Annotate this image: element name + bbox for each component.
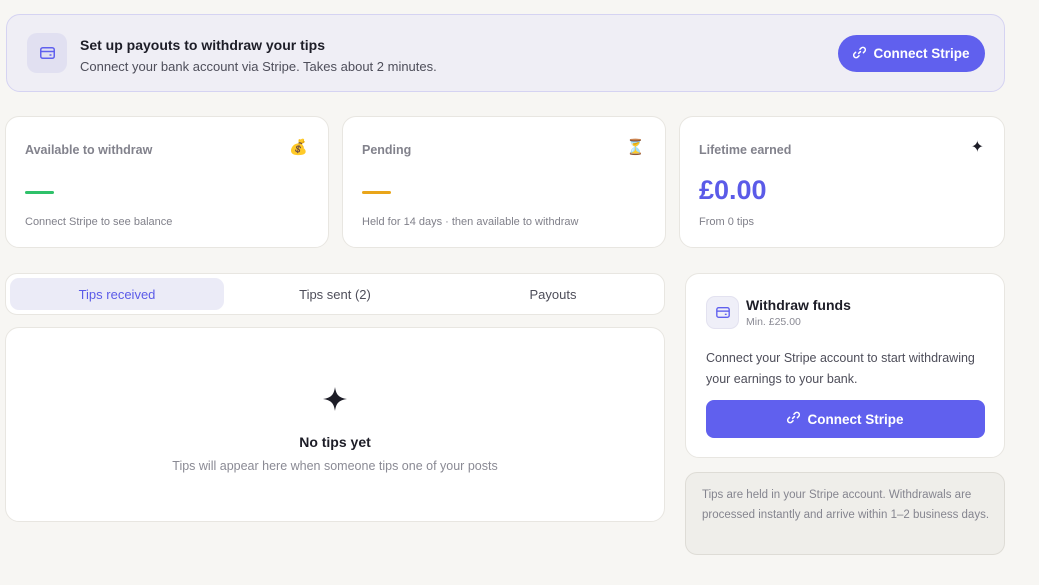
withdraw-connect-stripe-button[interactable]: Connect Stripe bbox=[706, 400, 985, 438]
connect-stripe-label: Connect Stripe bbox=[873, 46, 970, 61]
payout-info-note: Tips are held in your Stripe account. Wi… bbox=[685, 472, 1005, 555]
sparkle-icon bbox=[322, 386, 348, 412]
available-to-withdraw-card: Available to withdraw 💰 Connect Stripe t… bbox=[5, 116, 329, 248]
stat-label: Pending bbox=[362, 143, 412, 157]
pending-placeholder-dash bbox=[362, 191, 391, 194]
stat-note: Connect Stripe to see balance bbox=[25, 216, 173, 228]
payout-info-text: Tips are held in your Stripe account. Wi… bbox=[702, 489, 990, 521]
balance-placeholder-dash bbox=[25, 191, 54, 194]
withdraw-minimum: Min. £25.00 bbox=[746, 316, 801, 328]
connect-stripe-label: Connect Stripe bbox=[807, 411, 904, 427]
stat-label: Lifetime earned bbox=[699, 143, 792, 157]
banner-title: Set up payouts to withdraw your tips bbox=[80, 37, 326, 53]
withdraw-description: Connect your Stripe account to start wit… bbox=[706, 351, 975, 386]
connect-stripe-button[interactable]: Connect Stripe bbox=[838, 35, 985, 72]
empty-state-subtitle: Tips will appear here when someone tips … bbox=[172, 459, 498, 473]
tips-empty-state: No tips yet Tips will appear here when s… bbox=[5, 327, 665, 522]
credit-card-icon bbox=[706, 296, 739, 329]
banner-subtitle: Connect your bank account via Stripe. Ta… bbox=[80, 59, 437, 74]
lifetime-earned-card: Lifetime earned ✦ £0.00 From 0 tips bbox=[679, 116, 1005, 248]
stat-note: From 0 tips bbox=[699, 216, 755, 228]
credit-card-icon bbox=[27, 33, 67, 73]
tips-dashboard: Set up payouts to withdraw your tips Con… bbox=[0, 0, 1039, 585]
link-icon bbox=[853, 46, 867, 62]
money-bag-icon: 💰 bbox=[289, 139, 308, 156]
tab-payouts[interactable]: Payouts bbox=[446, 278, 660, 310]
stat-note: Held for 14 days · then available to wit… bbox=[362, 216, 579, 228]
stat-label: Available to withdraw bbox=[25, 143, 153, 157]
tab-tips-sent[interactable]: Tips sent (2) bbox=[228, 278, 442, 310]
sparkle-icon: ✦ bbox=[970, 139, 984, 156]
hourglass-icon: ⏳ bbox=[626, 139, 645, 156]
withdraw-title: Withdraw funds bbox=[746, 297, 851, 313]
lifetime-earned-value: £0.00 bbox=[699, 175, 767, 205]
empty-state-title: No tips yet bbox=[299, 434, 371, 450]
link-icon bbox=[787, 411, 801, 427]
tips-tabs: Tips received Tips sent (2) Payouts bbox=[5, 273, 665, 315]
pending-card: Pending ⏳ Held for 14 days · then availa… bbox=[342, 116, 666, 248]
tab-tips-received[interactable]: Tips received bbox=[10, 278, 224, 310]
withdraw-funds-panel: Withdraw funds Min. £25.00 Connect your … bbox=[685, 273, 1005, 458]
payout-setup-banner: Set up payouts to withdraw your tips Con… bbox=[6, 14, 1005, 92]
